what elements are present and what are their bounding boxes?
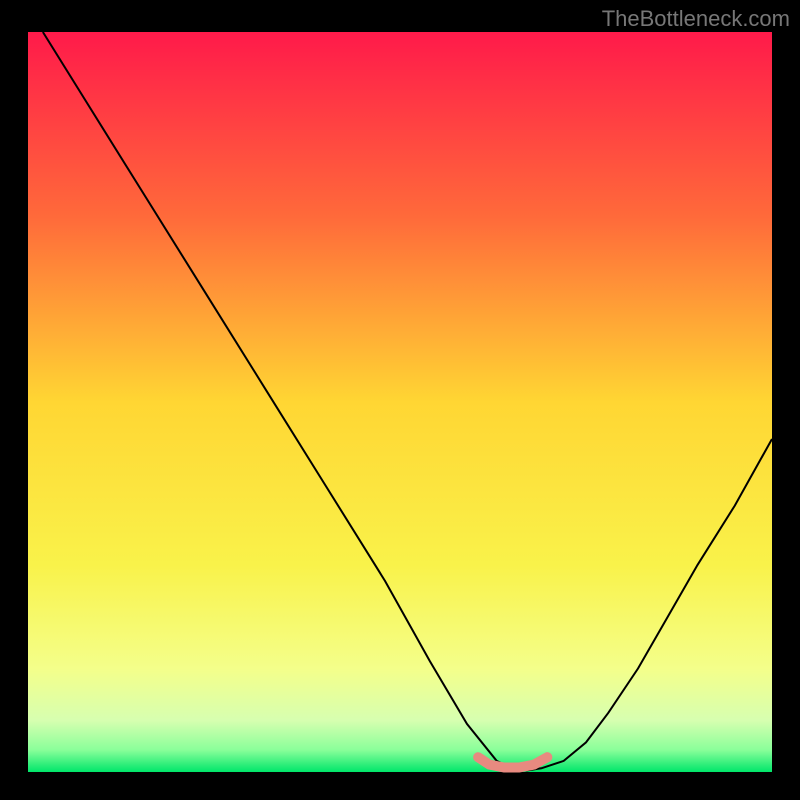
frame-bottom	[0, 772, 800, 800]
watermark-text: TheBottleneck.com	[602, 6, 790, 32]
frame-right	[772, 32, 800, 772]
chart-svg	[0, 0, 800, 800]
plot-background	[28, 32, 772, 772]
frame-left	[0, 32, 28, 772]
chart-container: TheBottleneck.com	[0, 0, 800, 800]
